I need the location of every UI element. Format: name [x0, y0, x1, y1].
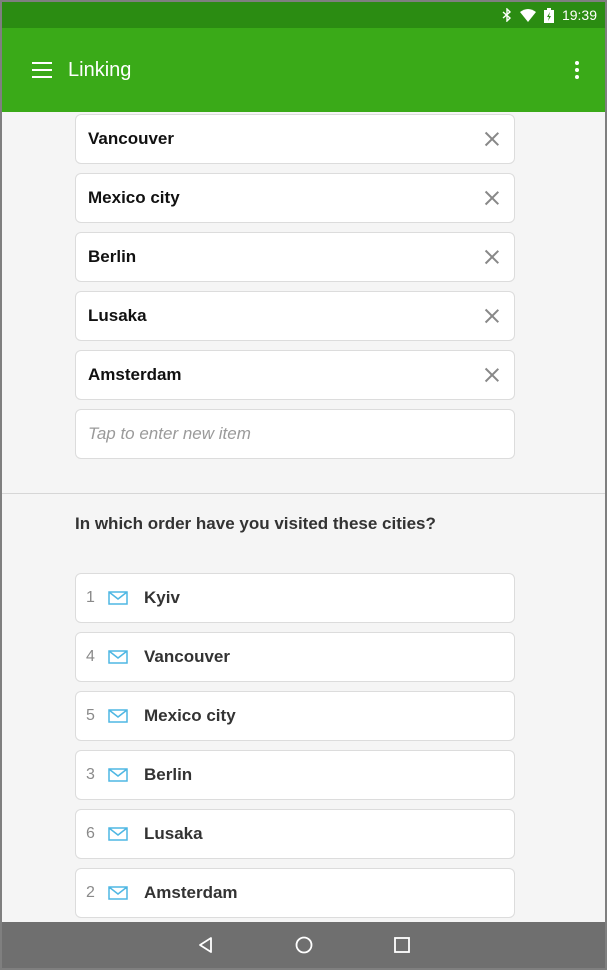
- rank-item[interactable]: 1 Kyiv: [75, 573, 515, 623]
- rank-item[interactable]: 2 Amsterdam: [75, 868, 515, 918]
- tag-item: Lusaka: [75, 291, 515, 341]
- close-icon[interactable]: [482, 247, 502, 267]
- app-title: Linking: [68, 58, 132, 81]
- navigation-bar: [2, 922, 605, 968]
- order-icon: [108, 827, 128, 841]
- bluetooth-icon: [502, 8, 512, 22]
- recents-icon[interactable]: [353, 936, 451, 954]
- status-bar: 19:39: [2, 2, 605, 28]
- battery-icon: [543, 7, 554, 23]
- tag-item: Berlin: [75, 232, 515, 282]
- rank-label: Berlin: [144, 765, 193, 784]
- question-text: In which order have you visited these ci…: [75, 514, 436, 533]
- close-icon[interactable]: [482, 188, 502, 208]
- order-icon: [108, 650, 128, 664]
- screen: 19:39 Linking Vancouver Mexico city Berl…: [2, 2, 605, 968]
- rank-label: Vancouver: [144, 647, 230, 666]
- wifi-icon: [519, 8, 536, 22]
- rank-number: 2: [86, 884, 95, 901]
- app-bar: Linking: [2, 28, 605, 112]
- rank-number: 4: [86, 648, 95, 665]
- rank-number: 5: [86, 707, 95, 724]
- close-icon[interactable]: [482, 306, 502, 326]
- section-divider: [2, 493, 605, 494]
- status-time: 19:39: [561, 7, 597, 23]
- tag-label: Berlin: [88, 247, 137, 266]
- rank-number: 3: [86, 766, 95, 783]
- order-icon: [108, 709, 128, 723]
- rank-item[interactable]: 4 Vancouver: [75, 632, 515, 682]
- order-icon: [108, 886, 128, 900]
- close-icon[interactable]: [482, 129, 502, 149]
- tag-item: Amsterdam: [75, 350, 515, 400]
- menu-icon[interactable]: [32, 62, 52, 78]
- tag-label: Vancouver: [88, 129, 174, 148]
- tag-item: Mexico city: [75, 173, 515, 223]
- rank-item[interactable]: 3 Berlin: [75, 750, 515, 800]
- tag-label: Mexico city: [88, 188, 180, 207]
- order-icon: [108, 768, 128, 782]
- rank-label: Amsterdam: [144, 883, 238, 902]
- rank-number: 1: [86, 589, 95, 606]
- rank-label: Kyiv: [144, 588, 180, 607]
- back-icon[interactable]: [157, 936, 255, 954]
- rank-item[interactable]: 5 Mexico city: [75, 691, 515, 741]
- tag-item: Vancouver: [75, 114, 515, 164]
- rank-label: Mexico city: [144, 706, 236, 725]
- order-icon: [108, 591, 128, 605]
- new-item-input[interactable]: [75, 409, 515, 459]
- rank-number: 6: [86, 825, 95, 842]
- content: Vancouver Mexico city Berlin Lusaka Amst…: [2, 112, 605, 922]
- close-icon[interactable]: [482, 365, 502, 385]
- rank-label: Lusaka: [144, 824, 203, 843]
- overflow-menu-icon[interactable]: [565, 58, 589, 82]
- tag-label: Lusaka: [88, 306, 147, 325]
- home-icon[interactable]: [255, 935, 353, 955]
- tag-label: Amsterdam: [88, 365, 182, 384]
- rank-item[interactable]: 6 Lusaka: [75, 809, 515, 859]
